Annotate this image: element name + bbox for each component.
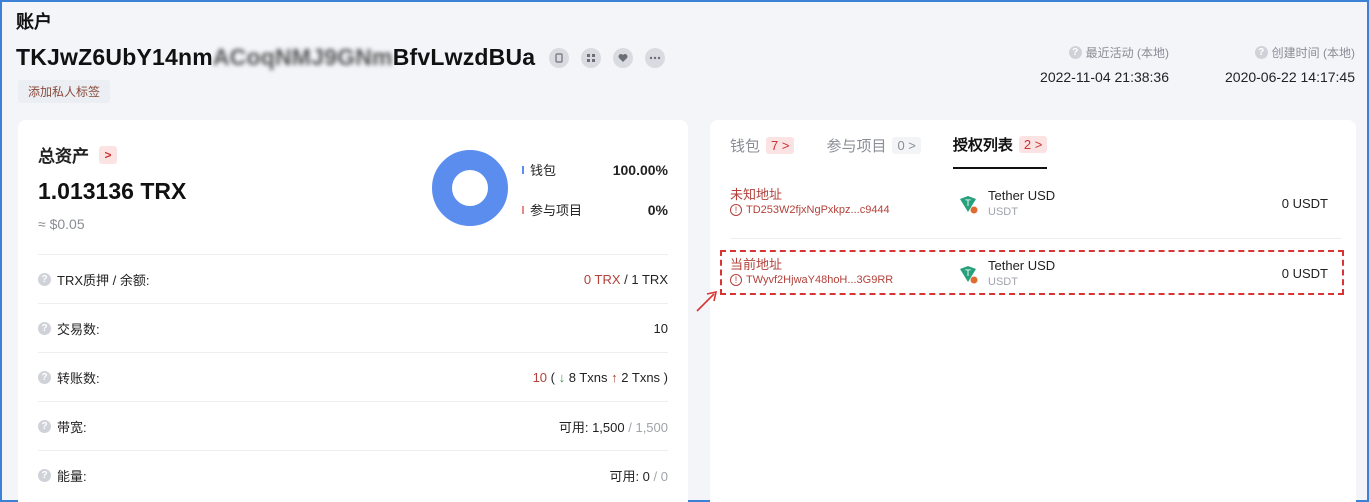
help-icon[interactable]: ? <box>38 272 51 286</box>
help-icon[interactable]: ? <box>38 468 51 482</box>
help-icon[interactable]: ? <box>38 370 51 384</box>
txn-count-link[interactable]: 10 <box>654 321 668 336</box>
approval-address-link[interactable]: TD253W2fjxNgPxkpz...c9444 <box>746 204 890 216</box>
heart-icon[interactable] <box>613 47 634 68</box>
highlight-box <box>720 250 1344 295</box>
arrow-down-icon: ↓ <box>558 369 566 385</box>
more-icon[interactable] <box>645 47 666 68</box>
svg-text:T: T <box>964 199 971 209</box>
chevron-right-icon[interactable]: > <box>99 145 117 164</box>
last-active: ? 最近活动 (本地) 2022-11-04 21:38:36 <box>1040 46 1169 85</box>
page-title: 账户 <box>16 12 52 32</box>
legend-projects: 参与项目 0% <box>522 200 668 219</box>
tab-approvals[interactable]: 授权列表 2 > <box>952 134 1048 169</box>
stat-row-transactions: ? 交易数: 10 <box>38 303 668 352</box>
stat-row-transfers: ? 转账数: 10 ( ↓ 8 Txns ↑ 2 Txns ) <box>38 352 668 401</box>
tabs-card: 钱包 7 > 参与项目 0 > 授权列表 2 > 未知地址 ! TD253W2fjxNg… <box>710 120 1356 502</box>
address-row: TKJwZ6UbY14nmACoqNMJ9GNmBfvLwzdBUa <box>16 44 666 71</box>
help-icon[interactable]: ? <box>1254 46 1268 59</box>
tab-wallet[interactable]: 钱包 7 > <box>730 134 795 169</box>
legend-dot <box>522 165 524 174</box>
help-icon[interactable]: ? <box>38 419 51 433</box>
assets-donut-chart <box>432 150 508 226</box>
annotation-arrow-icon <box>696 290 718 312</box>
account-address: TKJwZ6UbY14nmACoqNMJ9GNmBfvLwzdBUa <box>16 44 536 70</box>
arrow-up-icon: ↑ <box>611 369 618 385</box>
legend-wallet: 钱包 100.00% <box>522 160 668 179</box>
stat-row-stake: ? TRX质押 / 余额: 0 TRX / 1 TRX <box>38 254 668 303</box>
total-assets-usd: ≈ $0.05 <box>38 216 85 232</box>
row-divider <box>730 238 1342 239</box>
copy-icon[interactable] <box>549 47 570 68</box>
stat-row-bandwidth: ? 带宽: 可用: 1,500 / 1,500 <box>38 401 668 450</box>
tab-projects[interactable]: 参与项目 0 > <box>826 134 921 169</box>
help-icon[interactable]: ? <box>1068 46 1082 59</box>
help-icon[interactable]: ? <box>38 321 51 335</box>
transfer-count-link[interactable]: 10 <box>533 370 547 385</box>
donut-slice-wallet <box>432 150 508 226</box>
tether-icon: T <box>960 196 978 214</box>
stat-row-energy: ? 能量: 可用: 0 / 0 <box>38 450 668 499</box>
created-time: ? 创建时间 (本地) 2020-06-22 14:17:45 <box>1225 46 1355 85</box>
add-private-tag-button[interactable]: 添加私人标签 <box>18 80 111 103</box>
legend-dot <box>522 205 524 214</box>
total-assets-title: 总资产 > <box>38 142 117 167</box>
approval-row[interactable]: 未知地址 ! TD253W2fjxNgPxkpz...c9444 T Tether… <box>730 184 1342 234</box>
total-assets-value: 1.013136 TRX <box>38 178 187 204</box>
qrcode-icon[interactable] <box>581 47 602 68</box>
tab-bar: 钱包 7 > 参与项目 0 > 授权列表 2 > <box>730 134 1048 169</box>
total-assets-card: 总资产 > 1.013136 TRX ≈ $0.05 钱包 100.00% 参与… <box>18 120 688 502</box>
warning-icon: ! <box>730 204 742 216</box>
